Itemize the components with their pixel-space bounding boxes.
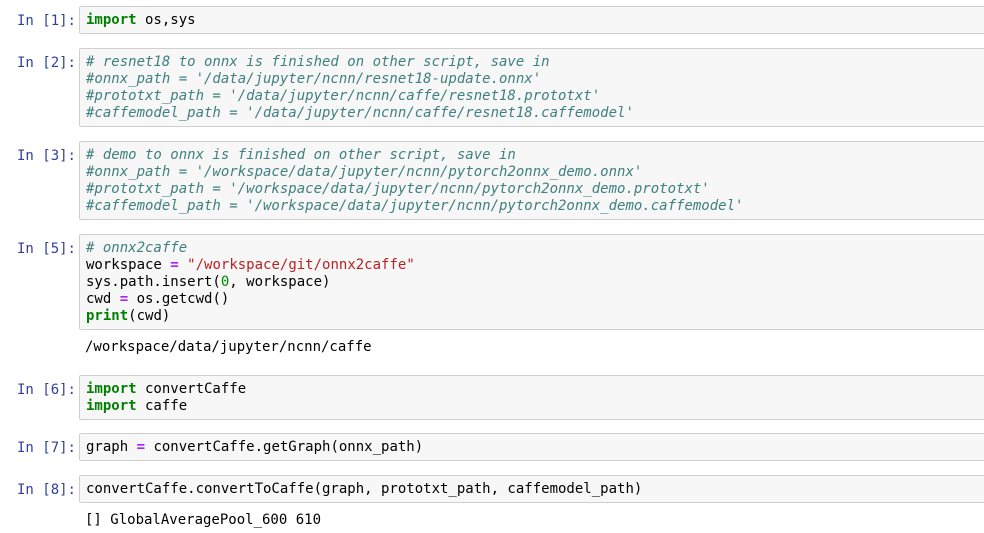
code-token: # demo to onnx is finished on other scri… (86, 147, 516, 163)
output-line: /workspace/data/jupyter/ncnn/caffe (85, 339, 372, 355)
code-token: convertCaffe (136, 381, 247, 397)
code-token: cwd (86, 291, 120, 307)
code-line: #onnx_path = '/data/jupyter/ncnn/resnet1… (86, 71, 979, 88)
code-input-area[interactable]: import os,sys (79, 6, 984, 34)
code-token: = (170, 257, 179, 273)
input-prompt: In [6]: (16, 382, 76, 398)
code-token: # onnx2caffe (86, 240, 188, 256)
code-line: graph = convertCaffe.getGraph(onnx_path) (86, 439, 979, 456)
code-token: #caffemodel_path = '/workspace/data/jupy… (86, 198, 744, 214)
code-line: #prototxt_path = '/data/jupyter/ncnn/caf… (86, 88, 979, 105)
code-input-area[interactable]: # onnx2caffe workspace = "/workspace/git/… (79, 234, 984, 330)
code-token: sys.path.insert( (86, 274, 221, 290)
code-token: #onnx_path = '/workspace/data/jupyter/nc… (86, 164, 643, 180)
code-line: # onnx2caffe (86, 240, 979, 257)
cell-output: /workspace/data/jupyter/ncnn/caffe (79, 335, 984, 360)
code-token: import (86, 12, 137, 28)
cell-output: [] GlobalAveragePool_600 610 (79, 508, 984, 533)
code-token: #onnx_path = '/data/jupyter/ncnn/resnet1… (86, 71, 542, 87)
code-token: os,sys (136, 12, 196, 28)
code-line: #caffemodel_path = '/data/jupyter/ncnn/c… (86, 105, 979, 122)
code-token: (cwd) (128, 308, 171, 324)
code-line: convertCaffe.convertToCaffe(graph, proto… (86, 481, 979, 498)
code-token: convertCaffe.getGraph(onnx_path) (145, 439, 424, 455)
code-input-area[interactable]: # resnet18 to onnx is finished on other … (79, 48, 984, 127)
code-token: , workspace) (229, 274, 331, 290)
code-token: #prototxt_path = '/workspace/data/jupyte… (86, 181, 710, 197)
code-token: import (86, 381, 137, 397)
code-token: #prototxt_path = '/data/jupyter/ncnn/caf… (86, 88, 601, 104)
code-token: caffe (136, 398, 188, 414)
input-prompt: In [2]: (16, 55, 76, 71)
input-prompt: In [8]: (16, 482, 76, 498)
code-token: os.getcwd() (128, 291, 230, 307)
code-line: # demo to onnx is finished on other scri… (86, 147, 979, 164)
output-line: [] GlobalAveragePool_600 610 (85, 512, 322, 528)
code-token: = (136, 439, 146, 455)
code-token: = (119, 291, 129, 307)
code-line: sys.path.insert(0, workspace) (86, 274, 979, 291)
code-line: import convertCaffe (86, 381, 979, 398)
input-prompt: In [3]: (16, 148, 76, 164)
code-token: "/workspace/git/onnx2caffe" (187, 257, 415, 273)
code-input-area[interactable]: graph = convertCaffe.getGraph(onnx_path) (79, 433, 984, 461)
code-line: #onnx_path = '/workspace/data/jupyter/nc… (86, 164, 979, 181)
input-prompt: In [5]: (16, 241, 76, 257)
code-line: #prototxt_path = '/workspace/data/jupyte… (86, 181, 979, 198)
code-token: graph (86, 439, 137, 455)
input-prompt: In [7]: (16, 440, 76, 456)
code-input-area[interactable]: import convertCaffe import caffe (79, 375, 984, 420)
code-line: workspace = "/workspace/git/onnx2caffe" (86, 257, 979, 274)
code-line: #caffemodel_path = '/workspace/data/jupy… (86, 198, 979, 215)
code-token: #caffemodel_path = '/data/jupyter/ncnn/c… (86, 105, 634, 121)
code-token: convertCaffe.convertToCaffe(graph, proto… (86, 481, 643, 497)
input-prompt: In [1]: (16, 13, 76, 29)
code-input-area[interactable]: # demo to onnx is finished on other scri… (79, 141, 984, 220)
code-token: # resnet18 to onnx is finished on other … (86, 54, 550, 70)
code-line: print(cwd) (86, 308, 979, 325)
code-token: workspace (86, 257, 171, 273)
code-token: print (86, 308, 129, 324)
code-line: import os,sys (86, 12, 979, 29)
code-input-area[interactable]: convertCaffe.convertToCaffe(graph, proto… (79, 475, 984, 503)
code-line: cwd = os.getcwd() (86, 291, 979, 308)
code-line: # resnet18 to onnx is finished on other … (86, 54, 979, 71)
code-line: import caffe (86, 398, 979, 415)
code-token: import (86, 398, 137, 414)
